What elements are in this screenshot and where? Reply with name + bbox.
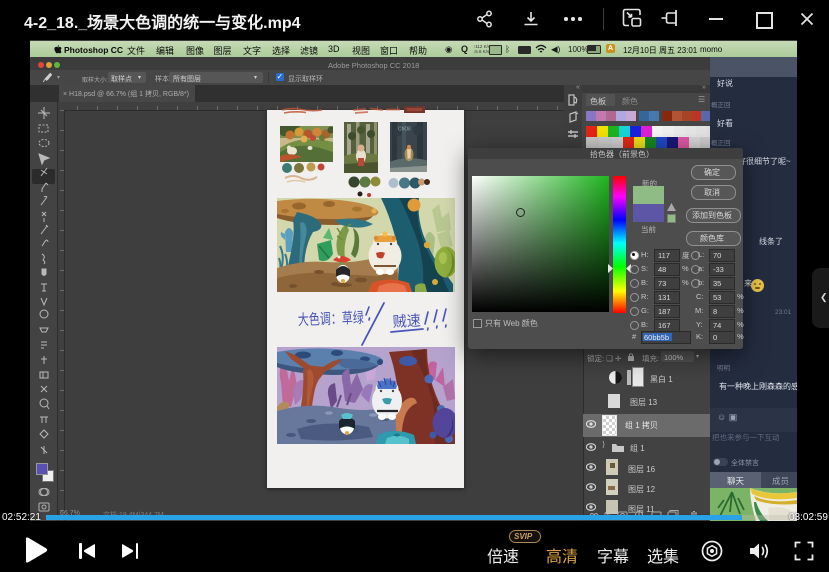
svg-text:大色调：草绿: 大色调：草绿 <box>298 310 365 329</box>
svg-text:ChOil: ChOil <box>398 126 410 132</box>
svg-text:贼速: 贼速 <box>392 313 421 331</box>
